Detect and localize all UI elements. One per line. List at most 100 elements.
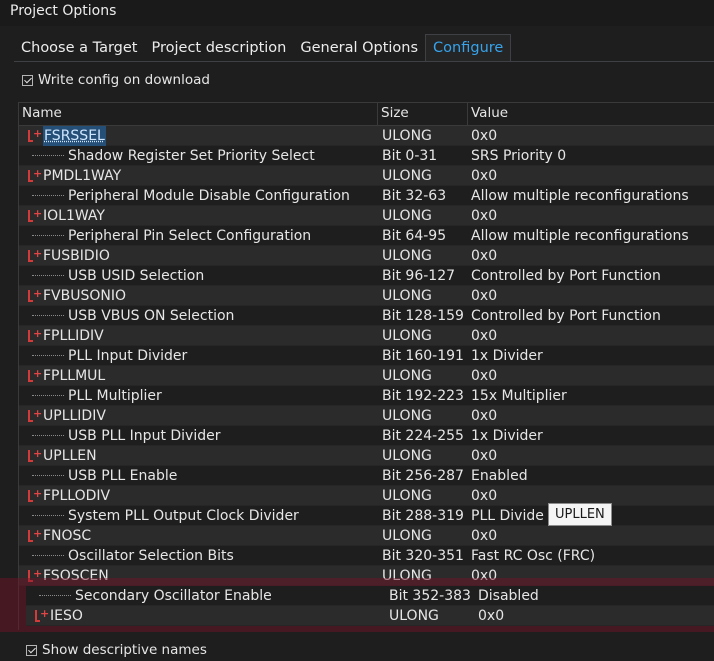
grid-setting-row[interactable]: Peripheral Pin Select Configuration Bit 6…: [19, 226, 714, 246]
overlay-rows: Secondary Oscillator Enable Bit 352-383 Di…: [26, 586, 714, 626]
register-name: FPLLMUL: [43, 367, 106, 384]
tab-divider: [14, 61, 714, 62]
tab-configure[interactable]: Configure: [425, 34, 512, 62]
header-size[interactable]: Size: [378, 103, 468, 125]
cell-value[interactable]: Disabled: [475, 586, 714, 606]
cell-size: Bit 256-287: [382, 467, 464, 484]
register-expand-icon[interactable]: +: [25, 528, 42, 543]
tree-connector: [32, 474, 64, 477]
cell-size: ULONG: [382, 487, 432, 504]
header-value[interactable]: Value: [468, 103, 714, 125]
grid-group-row[interactable]: + IOL1WAY ULONG 0x0: [19, 206, 714, 226]
cell-value[interactable]: 0x0: [468, 526, 714, 546]
cell-value[interactable]: 0x0: [468, 406, 714, 426]
grid-group-row[interactable]: + FPLLIDIV ULONG 0x0: [19, 326, 714, 346]
cell-value[interactable]: Controlled by Port Function: [468, 266, 714, 286]
cell-value[interactable]: 0x0: [468, 166, 714, 186]
cell-value[interactable]: 1x Divider: [468, 346, 714, 366]
grid-group-row[interactable]: + IESO ULONG 0x0: [26, 606, 714, 626]
cell-size: ULONG: [382, 207, 432, 224]
cell-size: ULONG: [382, 327, 432, 344]
register-name: UPLLIDIV: [43, 407, 106, 424]
cell-value[interactable]: 0x0: [468, 206, 714, 226]
register-expand-icon[interactable]: +: [25, 488, 42, 503]
register-expand-icon[interactable]: +: [25, 368, 42, 383]
cell-value[interactable]: 0x0: [468, 246, 714, 266]
config-grid[interactable]: Name Size Value + FSRSSEL ULONG 0x0 Shadow R…: [18, 102, 714, 630]
cell-name: + FPLLODIV: [19, 486, 378, 506]
cell-value[interactable]: 0x0: [468, 126, 714, 146]
grid-setting-row[interactable]: Oscillator Selection Bits Bit 320-351 Fast…: [19, 546, 714, 566]
write-config-row[interactable]: Write config on download: [22, 72, 210, 88]
grid-setting-row[interactable]: Shadow Register Set Priority Select Bit 0…: [19, 146, 714, 166]
register-expand-icon[interactable]: +: [25, 448, 42, 463]
cell-value[interactable]: 15x Multiplier: [468, 386, 714, 406]
grid-group-row[interactable]: + FUSBIDIO ULONG 0x0: [19, 246, 714, 266]
setting-name: PLL Multiplier: [68, 387, 162, 404]
grid-group-row[interactable]: + FVBUSONIO ULONG 0x0: [19, 286, 714, 306]
cell-value[interactable]: 1x Divider: [468, 426, 714, 446]
cell-name: + FVBUSONIO: [19, 286, 378, 306]
cell-value[interactable]: Allow multiple reconfigurations: [468, 226, 714, 246]
descriptive-names-checkbox[interactable]: [26, 644, 37, 656]
descriptive-names-row[interactable]: Show descriptive names: [26, 642, 207, 658]
register-expand-icon[interactable]: +: [25, 288, 42, 303]
register-expand-icon[interactable]: +: [25, 128, 42, 143]
tab-project-description[interactable]: Project description: [145, 36, 294, 62]
grid-group-row[interactable]: + FSOSCEN ULONG 0x0: [19, 566, 714, 586]
setting-name: USB USID Selection: [68, 267, 205, 284]
register-expand-icon[interactable]: +: [25, 168, 42, 183]
cell-value[interactable]: Enabled: [468, 466, 714, 486]
cell-name: + UPLLIDIV: [19, 406, 378, 426]
cell-value[interactable]: 0x0: [468, 446, 714, 466]
register-expand-icon[interactable]: +: [32, 608, 49, 623]
grid-group-row[interactable]: + FPLLMUL ULONG 0x0: [19, 366, 714, 386]
register-name: FSOSCEN: [43, 567, 109, 584]
cell-value[interactable]: 0x0: [468, 286, 714, 306]
tree-connector: [32, 434, 64, 437]
tree-connector: [32, 394, 64, 397]
descriptive-names-label: Show descriptive names: [42, 642, 207, 658]
cell-value[interactable]: 0x0: [468, 366, 714, 386]
cell-value[interactable]: SRS Priority 0: [468, 146, 714, 166]
cell-name: USB VBUS ON Selection: [19, 306, 378, 326]
grid-group-row[interactable]: + FSRSSEL ULONG 0x0: [19, 125, 714, 146]
cell-value[interactable]: 0x0: [475, 606, 714, 626]
write-config-checkbox[interactable]: [22, 74, 33, 86]
register-expand-icon[interactable]: +: [25, 248, 42, 263]
tab-general-options[interactable]: General Options: [293, 36, 425, 62]
cell-value[interactable]: Controlled by Port Function: [468, 306, 714, 326]
cell-name: + IESO: [26, 606, 385, 626]
grid-setting-row[interactable]: PLL Multiplier Bit 192-223 15x Multiplier: [19, 386, 714, 406]
register-name: IESO: [50, 607, 83, 624]
grid-group-row[interactable]: + PMDL1WAY ULONG 0x0: [19, 166, 714, 186]
header-name[interactable]: Name: [19, 103, 378, 125]
grid-setting-row[interactable]: USB USID Selection Bit 96-127 Controlled b…: [19, 266, 714, 286]
grid-setting-row[interactable]: Secondary Oscillator Enable Bit 352-383 Di…: [26, 586, 714, 606]
cell-size: ULONG: [382, 527, 432, 544]
cell-name: Peripheral Pin Select Configuration: [19, 226, 378, 246]
grid-setting-row[interactable]: Peripheral Module Disable Configuration B…: [19, 186, 714, 206]
cell-name: Peripheral Module Disable Configuration: [19, 186, 378, 206]
tab-choose-target[interactable]: Choose a Target: [14, 36, 145, 62]
grid-setting-row[interactable]: USB PLL Input Divider Bit 224-255 1x Divid…: [19, 426, 714, 446]
register-expand-icon[interactable]: +: [25, 328, 42, 343]
register-expand-icon[interactable]: +: [25, 208, 42, 223]
cell-name: + FSOSCEN: [19, 566, 378, 586]
cell-value[interactable]: 0x0: [468, 326, 714, 346]
grid-group-row[interactable]: + FNOSC ULONG 0x0: [19, 526, 714, 546]
cell-value[interactable]: Allow multiple reconfigurations: [468, 186, 714, 206]
grid-group-row[interactable]: + UPLLEN ULONG 0x0: [19, 446, 714, 466]
cell-name: USB PLL Enable: [19, 466, 378, 486]
grid-setting-row[interactable]: PLL Input Divider Bit 160-191 1x Divider: [19, 346, 714, 366]
grid-setting-row[interactable]: USB PLL Enable Bit 256-287 Enabled: [19, 466, 714, 486]
cell-size: ULONG: [382, 407, 432, 424]
grid-setting-row[interactable]: USB VBUS ON Selection Bit 128-159 Controll…: [19, 306, 714, 326]
grid-group-row[interactable]: + UPLLIDIV ULONG 0x0: [19, 406, 714, 426]
cell-value[interactable]: Fast RC Osc (FRC): [468, 546, 714, 566]
register-expand-icon[interactable]: +: [25, 408, 42, 423]
cell-value[interactable]: 0x0: [468, 566, 714, 586]
cell-size: ULONG: [382, 167, 432, 184]
register-expand-icon[interactable]: +: [25, 568, 42, 583]
cell-size: Bit 320-351: [382, 547, 464, 564]
